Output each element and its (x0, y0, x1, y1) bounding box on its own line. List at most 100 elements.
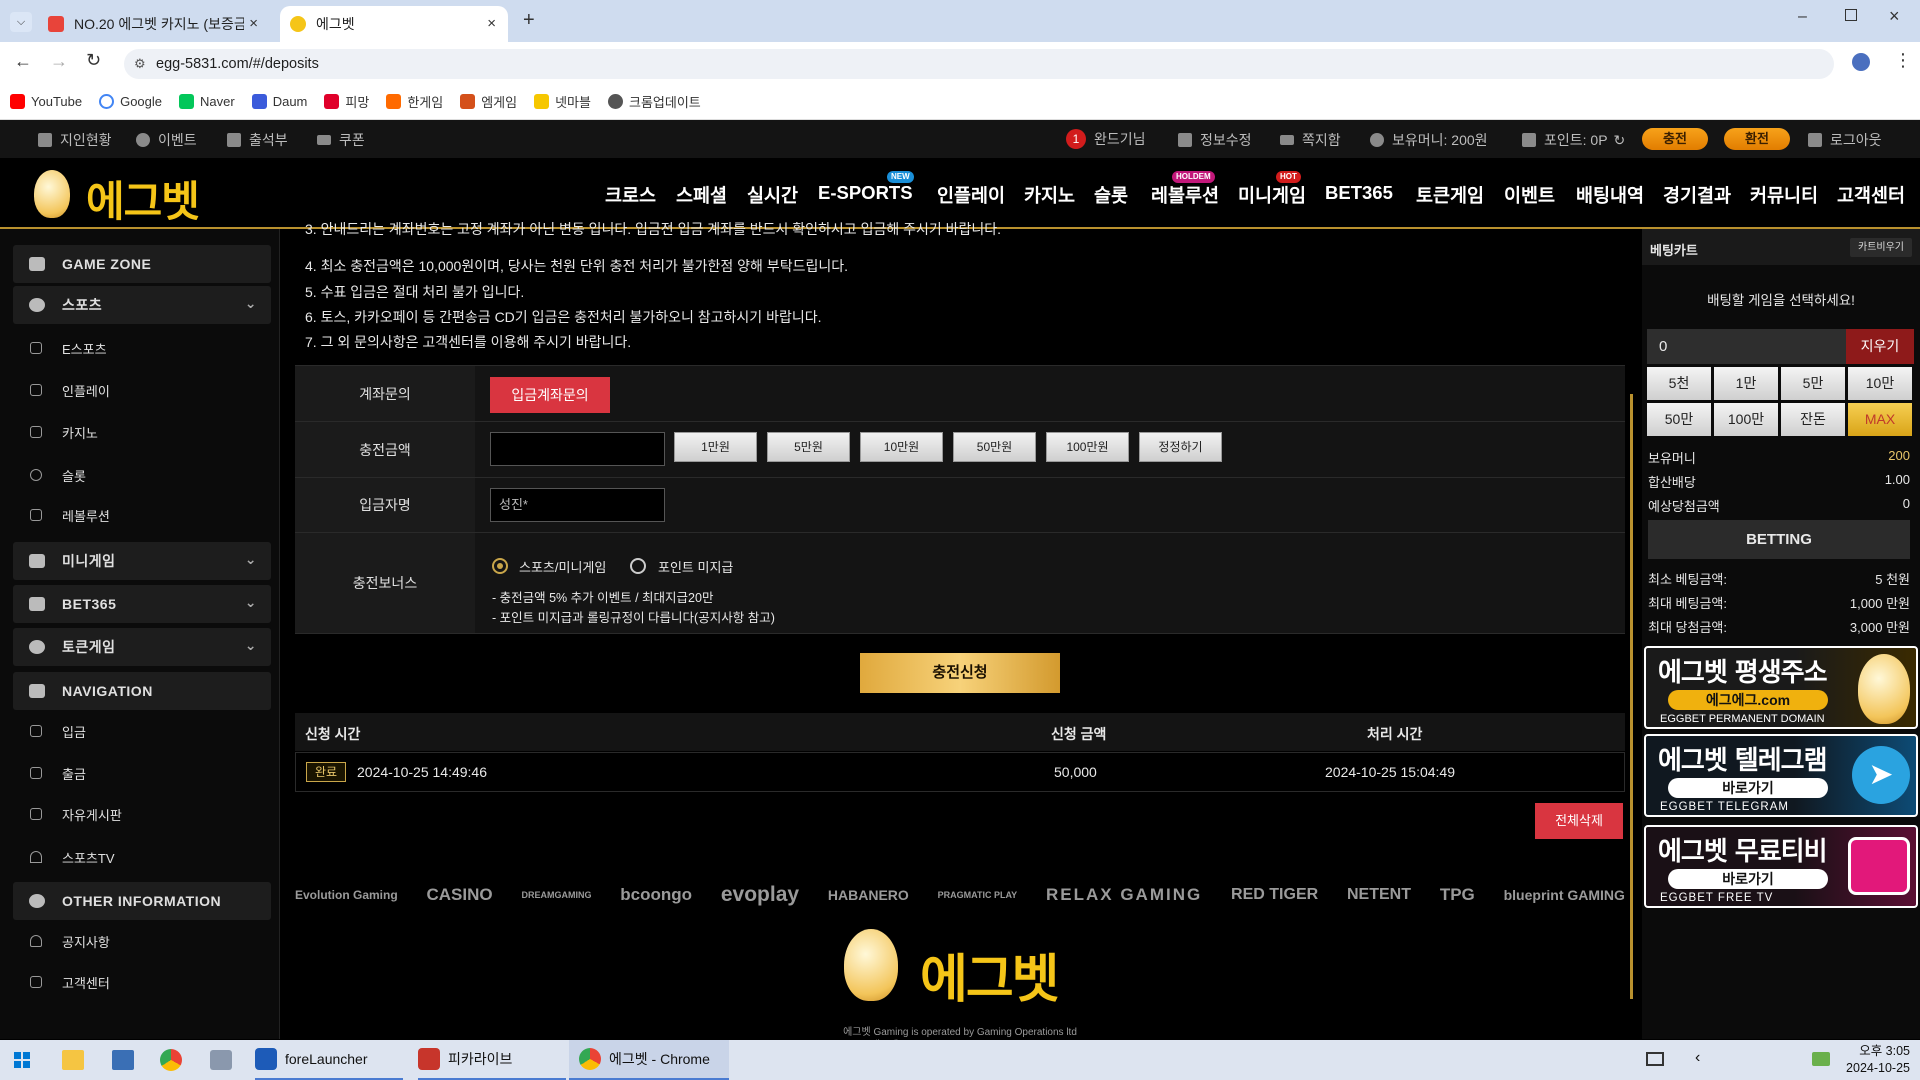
attendance-link[interactable]: 출석부 (227, 130, 288, 150)
account-inquiry-button[interactable]: 입금계좌문의 (490, 377, 610, 413)
minimize-icon[interactable]: – (1798, 8, 1807, 26)
sidebar-item-withdraw[interactable]: 출금 (13, 758, 271, 788)
reload-icon[interactable]: ↻ (86, 50, 101, 71)
depositor-name-input[interactable]: 성진* (490, 488, 665, 522)
bookmark-google[interactable]: Google (99, 94, 162, 109)
betting-button[interactable]: BETTING (1648, 520, 1910, 559)
nav-inplay[interactable]: 인플레이 (937, 182, 1005, 208)
permanent-domain-banner[interactable]: 에그벳 평생주소 에그에그.com EGGBET PERMANENT DOMAI… (1644, 646, 1918, 729)
nav-minigame[interactable]: 미니게임 (1238, 182, 1306, 208)
nav-event[interactable]: 이벤트 (1504, 182, 1555, 208)
profile-edit-link[interactable]: 정보수정 (1178, 130, 1252, 150)
new-tab-icon[interactable]: + (523, 9, 535, 32)
nav-live[interactable]: 실시간 (747, 182, 798, 208)
tab-search-icon[interactable]: ⌵ (10, 12, 32, 32)
nav-community[interactable]: 커뮤니티 (1750, 182, 1818, 208)
profile-avatar-icon[interactable] (1852, 53, 1870, 71)
tab-eggbet[interactable]: 에그벳 × (280, 6, 508, 42)
nav-token-game[interactable]: 토큰게임 (1416, 182, 1484, 208)
chip-5k-button[interactable]: 5천 (1647, 367, 1711, 400)
taskbar-pikalive[interactable]: 피카라이브 (418, 1040, 566, 1080)
sidebar-item-deposit[interactable]: 입금 (13, 716, 271, 746)
telegram-banner[interactable]: 에그벳 텔레그램 바로가기 EGGBET TELEGRAM ➤ (1644, 734, 1918, 817)
clear-cart-button[interactable]: 카트비우기 (1850, 238, 1912, 257)
nav-cross[interactable]: 크로스 (605, 182, 656, 208)
friend-status-link[interactable]: 지인현황 (38, 130, 112, 150)
bookmark-hangame[interactable]: 한게임 (386, 92, 443, 111)
sidebar-item-sports-tv[interactable]: 스포츠TV (13, 842, 271, 872)
close-window-icon[interactable]: × (1889, 6, 1900, 27)
sidebar-item-inplay[interactable]: 인플레이 (13, 375, 271, 405)
chip-10k-button[interactable]: 1만 (1714, 367, 1778, 400)
sidebar-item-esports[interactable]: E스포츠 (13, 333, 271, 363)
amount-50k-button[interactable]: 5만원 (767, 432, 850, 462)
menu-kebab-icon[interactable]: ⋮ (1894, 50, 1912, 71)
close-tab-icon[interactable]: × (487, 15, 496, 32)
nav-customer-center[interactable]: 고객센터 (1837, 182, 1905, 208)
forward-icon[interactable]: → (50, 51, 68, 72)
chip-1m-button[interactable]: 100만 (1714, 403, 1778, 436)
nav-revolution[interactable]: 레볼루션 (1151, 182, 1219, 208)
tab-casino[interactable]: NO.20 에그벳 카지노 (보증금 · × (38, 6, 270, 42)
back-icon[interactable]: ← (14, 51, 32, 72)
sidebar-item-token-game[interactable]: 토큰게임 ⌄ (13, 628, 271, 666)
messages-link[interactable]: 쪽지함 (1280, 130, 1341, 150)
exchange-button[interactable]: 환전 (1724, 128, 1790, 150)
chip-100k-button[interactable]: 10만 (1848, 367, 1912, 400)
bookmark-mgame[interactable]: 엠게임 (460, 92, 517, 111)
scrollbar[interactable] (1630, 394, 1633, 999)
bookmark-pmang[interactable]: 피망 (324, 92, 369, 111)
site-logo[interactable]: 에그벳 (86, 168, 200, 229)
sidebar-item-notice[interactable]: 공지사항 (13, 926, 271, 956)
nav-slot[interactable]: 슬롯 (1094, 182, 1128, 208)
bonus-no-point-radio[interactable] (630, 558, 646, 574)
app-icon[interactable] (210, 1050, 232, 1070)
taskbar-clock[interactable]: 오후 3:05 2024-10-25 (1842, 1043, 1910, 1077)
nav-bet-history[interactable]: 배팅내역 (1576, 182, 1644, 208)
sidebar-item-casino[interactable]: 카지노 (13, 417, 271, 447)
chrome-icon[interactable] (160, 1049, 182, 1071)
bookmark-netmarble[interactable]: 넷마블 (534, 92, 591, 111)
sidebar-item-slot[interactable]: 슬롯 (13, 460, 271, 490)
nav-esports[interactable]: E-SPORTS (818, 182, 913, 204)
address-bar[interactable]: ⚙ egg-5831.com/#/deposits (124, 49, 1834, 79)
bet-amount-input[interactable]: 0 (1647, 329, 1846, 364)
user-info[interactable]: 1 완드기님 (1066, 129, 1146, 149)
amount-input[interactable] (490, 432, 665, 466)
network-icon[interactable] (1812, 1052, 1830, 1066)
bookmark-chrome-update[interactable]: 크롬업데이트 (607, 92, 701, 111)
amount-1m-button[interactable]: 100만원 (1046, 432, 1129, 462)
delete-all-button[interactable]: 전체삭제 (1535, 803, 1623, 839)
charge-button[interactable]: 충전 (1642, 128, 1708, 150)
chip-change-button[interactable]: 잔돈 (1781, 403, 1845, 436)
free-tv-banner[interactable]: 에그벳 무료티비 바로가기 EGGBET FREE TV (1644, 825, 1918, 908)
sidebar-item-support[interactable]: 고객센터 (13, 967, 271, 997)
submit-charge-button[interactable]: 충전신청 (860, 653, 1060, 693)
sidebar-item-free-board[interactable]: 자유게시판 (13, 799, 271, 829)
amount-100k-button[interactable]: 10만원 (860, 432, 943, 462)
bonus-sports-radio[interactable] (492, 558, 508, 574)
sidebar-item-minigame[interactable]: 미니게임 ⌄ (13, 542, 271, 580)
monitor-icon[interactable] (1646, 1052, 1664, 1066)
coupon-link[interactable]: 쿠폰 (317, 130, 365, 150)
egg-mascot-icon[interactable] (34, 170, 70, 218)
bookmark-daum[interactable]: Daum (251, 94, 307, 109)
chip-50k-button[interactable]: 5만 (1781, 367, 1845, 400)
restore-icon[interactable] (1845, 9, 1857, 21)
bookmark-naver[interactable]: Naver (179, 94, 235, 109)
sidebar-item-sports[interactable]: 스포츠 ⌄ (13, 286, 271, 324)
amount-reset-button[interactable]: 정정하기 (1139, 432, 1222, 462)
nav-casino[interactable]: 카지노 (1024, 182, 1075, 208)
erase-button[interactable]: 지우기 (1846, 329, 1914, 364)
desktop-app-icon[interactable] (112, 1050, 134, 1070)
file-explorer-icon[interactable] (62, 1050, 84, 1070)
bookmark-youtube[interactable]: YouTube (10, 94, 82, 109)
logout-link[interactable]: 로그아웃 (1808, 130, 1882, 150)
windows-start-icon[interactable] (14, 1052, 30, 1068)
sidebar-item-bet365[interactable]: BET365 ⌄ (13, 585, 271, 623)
taskbar-chrome[interactable]: 에그벳 - Chrome (569, 1040, 729, 1080)
refresh-icon[interactable]: ↻ (1614, 132, 1626, 149)
nav-results[interactable]: 경기결과 (1663, 182, 1731, 208)
taskbar-forelauncher[interactable]: foreLauncher (255, 1040, 403, 1080)
amount-10k-button[interactable]: 1만원 (674, 432, 757, 462)
